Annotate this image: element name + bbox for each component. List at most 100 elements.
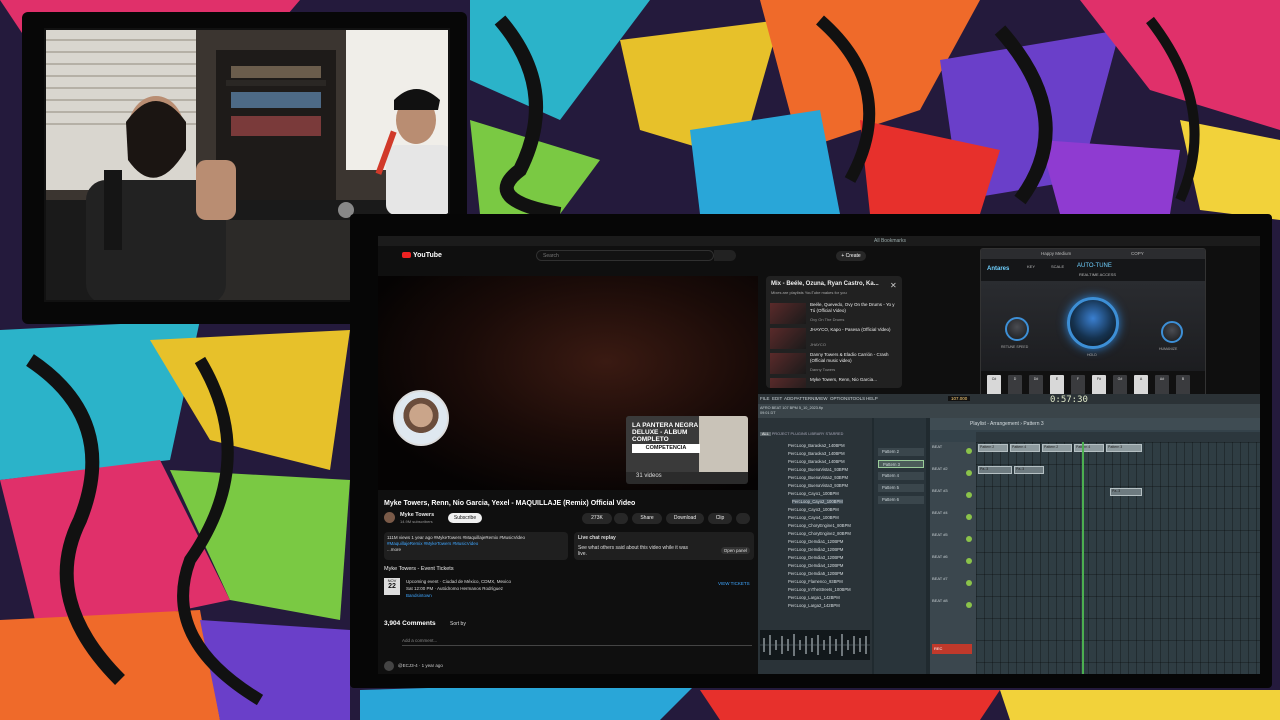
browser-file[interactable]: PercLoop_BuenaVista1_93BPM [788, 467, 848, 472]
clip-button[interactable]: Clip [708, 513, 732, 524]
menu-file[interactable]: FILE [760, 396, 770, 401]
menu-add[interactable]: ADD [784, 396, 794, 401]
description-more[interactable]: ...more [387, 547, 565, 553]
tempo-display[interactable]: 107.000 [948, 396, 971, 401]
channel-avatar[interactable] [384, 512, 395, 523]
pattern-clip[interactable]: Pattern 3 [1106, 444, 1142, 452]
event-seller[interactable]: Bandsintown [406, 592, 511, 599]
browser-file[interactable]: PercLoop_Larga2_142BPM [788, 603, 840, 608]
track-mute-led[interactable] [966, 536, 972, 542]
mix-item[interactable]: JHAYCO, Kapo - Pasesa (Official Video) J… [770, 327, 898, 350]
tab-project[interactable]: PROJECT [772, 432, 790, 436]
key-button[interactable]: B [1176, 375, 1190, 395]
scale-label[interactable]: SCALE [1051, 264, 1064, 269]
menu-patterns[interactable]: PATTERNS [794, 396, 817, 401]
youtube-logo[interactable]: YouTube [402, 252, 442, 259]
browser-file[interactable]: PercLoop_Cayo3_100BPM [788, 507, 839, 512]
browser-file[interactable]: PercLoop_Larga1_142BPM [788, 595, 840, 600]
pattern-item[interactable]: Pattern 5 [878, 484, 924, 492]
browser-file[interactable]: PercLoop_BuenaVista3_93BPM [788, 483, 848, 488]
subscribe-button[interactable]: Subscribe [448, 513, 482, 523]
download-button[interactable]: Download [666, 513, 704, 524]
track-header[interactable]: BEAT [932, 444, 974, 464]
more-actions-button[interactable] [736, 513, 750, 524]
mix-item[interactable]: Danny Towers & Eladio Carrión - Crash (O… [770, 352, 898, 375]
key-button[interactable]: G# [1113, 375, 1127, 395]
pattern-clip[interactable]: Pattern 2 [1042, 444, 1072, 452]
search-input[interactable]: Search [536, 250, 714, 261]
end-screen-playlist-card[interactable]: LA PANTERA NEGRA DELUXE - ALBUM COMPLETO… [626, 416, 748, 484]
menu-options[interactable]: OPTIONS [830, 396, 850, 401]
humanize-knob[interactable] [1161, 321, 1183, 343]
pattern-clip[interactable]: Pa..3 [1014, 466, 1044, 474]
track-header[interactable]: BEAT #7 [932, 576, 974, 596]
sort-by-button[interactable]: Sort by [450, 621, 466, 627]
preset-name[interactable]: Happy Medium [1041, 251, 1071, 256]
browser-file[interactable]: PercLoop_InTheStreets_100BPM [788, 587, 851, 592]
track-mute-led[interactable] [966, 602, 972, 608]
browser-file[interactable]: PercLoop_DeIndia4_120BPM [788, 563, 843, 568]
key-button[interactable]: D# [1029, 375, 1043, 395]
channel-name[interactable]: Myke Towers [400, 512, 434, 518]
track-header[interactable]: BEAT #5 [932, 532, 974, 552]
track-header[interactable]: BEAT #8 [932, 598, 974, 618]
tab-all[interactable]: ALL [760, 432, 771, 436]
timeline-ruler[interactable] [976, 432, 1260, 442]
pattern-item[interactable]: Pattern 2 [878, 448, 924, 456]
playhead[interactable] [1082, 442, 1084, 674]
key-button[interactable]: D [1008, 375, 1022, 395]
browser-file[interactable]: PercLoop_Baraoka3_140BPM [788, 451, 845, 456]
pattern-item-selected[interactable]: Pattern 3 [878, 460, 924, 468]
browser-file[interactable]: PercLoop_ChoryEngine2_80BPM [788, 531, 851, 536]
browser-file[interactable]: PercLoop_DeIndia2_120BPM [788, 547, 843, 552]
browser-file[interactable]: PercLoop_ChoryEngine1_80BPM [788, 523, 851, 528]
video-player[interactable]: LA PANTERA NEGRA DELUXE - ALBUM COMPLETO… [378, 276, 758, 490]
record-track[interactable]: REC [932, 644, 972, 654]
video-description[interactable]: 111M views 1 year ago #MykeTowers #Maqui… [384, 532, 568, 560]
close-icon[interactable]: ✕ [890, 281, 897, 290]
waveform-preview[interactable] [760, 630, 870, 660]
tab-plugins[interactable]: PLUGINS [791, 432, 808, 436]
key-button[interactable]: E [1050, 375, 1064, 395]
menu-help[interactable]: HELP [866, 396, 878, 401]
browser-file[interactable]: PercLoop_DeIndia1_120BPM [788, 539, 843, 544]
menu-tools[interactable]: TOOLS [850, 396, 865, 401]
hold-label[interactable]: HOLD [1087, 353, 1097, 357]
track-mute-led[interactable] [966, 580, 972, 586]
track-header[interactable]: BEAT #3 [932, 488, 974, 508]
track-mute-led[interactable] [966, 558, 972, 564]
key-button[interactable]: A# [1155, 375, 1169, 395]
track-header[interactable]: BEAT #4 [932, 510, 974, 530]
menu-view[interactable]: VIEW [816, 396, 828, 401]
pattern-clip[interactable]: Pa..3 [1110, 488, 1142, 496]
track-header[interactable]: BEAT #6 [932, 554, 974, 574]
browser-file[interactable]: PercLoop_Flamenco_93BPM [788, 579, 843, 584]
mix-item[interactable]: Myke Towers, Renn, Nio Garcia... [770, 377, 898, 388]
pattern-clip[interactable]: Pattern 2 [978, 444, 1008, 452]
pattern-clip[interactable]: Pattern 4 [1074, 444, 1104, 452]
dislike-button[interactable] [614, 513, 628, 524]
key-button[interactable]: F# [1092, 375, 1106, 395]
search-icon[interactable] [714, 250, 736, 261]
browser-file[interactable]: PercLoop_Cayo4_100BPM [788, 515, 839, 520]
browser-file[interactable]: PercLoop_Baraoka2_140BPM [788, 443, 845, 448]
retune-speed-knob[interactable] [1005, 317, 1029, 341]
key-label[interactable]: KEY [1027, 264, 1035, 269]
pattern-clip[interactable]: Pattern 4 [1010, 444, 1040, 452]
browser-file[interactable]: PercLoop_Cayo1_100BPM [788, 491, 839, 496]
browser-file[interactable]: PercLoop_BuenaVista2_93BPM [788, 475, 848, 480]
comment-author[interactable]: @ECJ3-4 · 1 year ago [398, 663, 443, 668]
key-button[interactable]: A [1134, 375, 1148, 395]
key-button[interactable]: C# [987, 375, 1001, 395]
track-mute-led[interactable] [966, 470, 972, 476]
mix-item[interactable]: Beéle, Quevedo, Ovy On the Drums - Yo y … [770, 302, 898, 325]
copy-button[interactable]: COPY [1131, 251, 1144, 256]
tab-starred[interactable]: STARRED [825, 432, 843, 436]
browser-file[interactable]: PercLoop_Baraoka4_140BPM [788, 459, 845, 464]
pattern-item[interactable]: Pattern 6 [878, 496, 924, 504]
track-mute-led[interactable] [966, 492, 972, 498]
pitch-knob[interactable] [1067, 297, 1119, 349]
menu-edit[interactable]: EDIT [772, 396, 782, 401]
playlist-grid[interactable]: Pattern 2 Pattern 4 Pattern 2 Pattern 4 … [976, 442, 1260, 674]
browser-file[interactable]: PercLoop_DeIndia3_120BPM [788, 555, 843, 560]
